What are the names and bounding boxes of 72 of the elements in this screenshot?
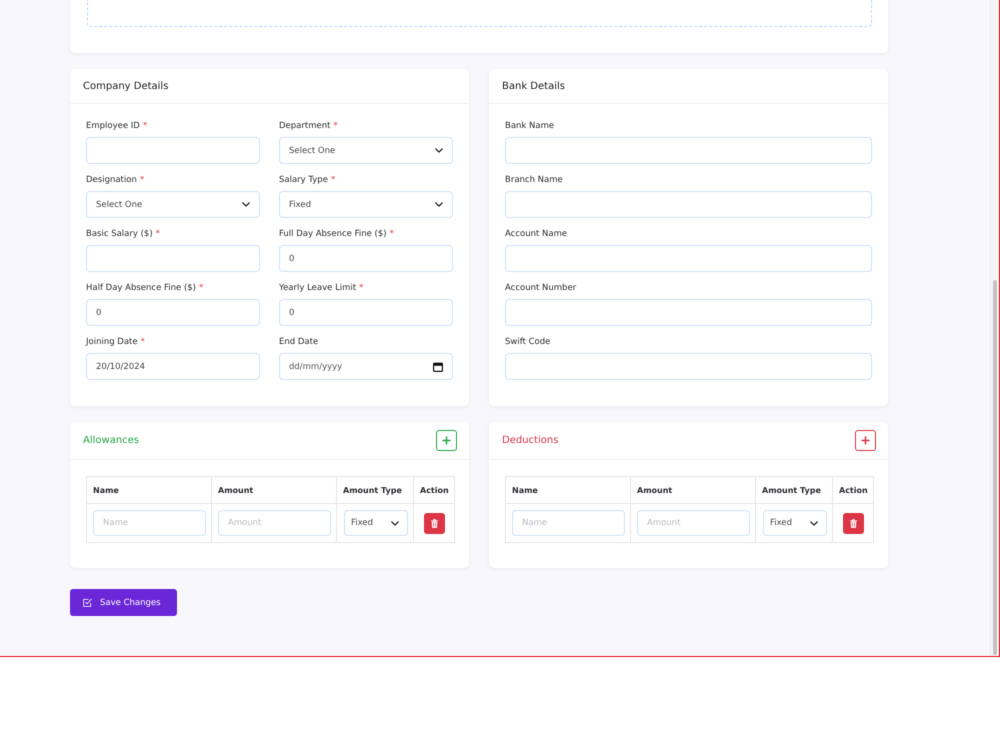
card-title: Allowances (83, 435, 140, 446)
field-label: End Date (279, 336, 318, 349)
field-label: Account Number (505, 282, 576, 295)
required-mark: * (156, 228, 160, 241)
add-button[interactable] (436, 430, 457, 451)
delete-button[interactable] (424, 512, 444, 534)
field-label: Bank Name (505, 120, 554, 133)
column-header: Name (86, 476, 212, 504)
input-field[interactable] (505, 137, 872, 164)
field-label: Full Day Absence Fine ($) (279, 228, 387, 241)
scrollbar-track[interactable] (990, 0, 999, 656)
required-mark: * (390, 228, 394, 241)
field-label: Designation (86, 174, 137, 187)
delete-button[interactable] (842, 512, 864, 534)
scrollbar-thumb[interactable] (993, 280, 997, 655)
field-label: Account Name (505, 228, 568, 241)
required-mark: * (359, 282, 364, 295)
input-field[interactable]: 0 (279, 299, 453, 326)
column-header: Action (832, 476, 874, 504)
chevron-down-icon (810, 520, 818, 526)
required-mark: * (140, 336, 145, 349)
select-field[interactable]: Fixed (279, 191, 453, 218)
field-label: Salary Type (279, 174, 328, 187)
chevron-down-icon (435, 148, 443, 153)
select-field[interactable]: Fixed (763, 510, 827, 536)
column-header: Amount Type (336, 476, 414, 504)
check-square-icon (83, 598, 92, 607)
column-header: Amount Type (756, 476, 832, 504)
card-title: Bank Details (502, 80, 565, 92)
input-field[interactable]: 20/10/2024 (86, 353, 260, 380)
date-field[interactable]: dd/mm/yyyy (279, 353, 453, 380)
field-label: Department (279, 120, 330, 133)
required-mark: * (199, 282, 204, 295)
field-label: Employee ID (86, 120, 140, 133)
column-header: Amount (630, 476, 756, 504)
chevron-down-icon (391, 520, 399, 526)
card-title: Deductions (502, 435, 558, 446)
trash-icon (850, 518, 856, 528)
plus-icon (861, 436, 870, 445)
required-mark: * (142, 120, 148, 133)
input-field[interactable] (505, 353, 872, 380)
save-button[interactable]: Save Changes (70, 589, 177, 616)
input-field[interactable] (86, 245, 260, 272)
select-field[interactable]: Select One (86, 191, 260, 218)
field-label: Joining Date (86, 336, 138, 349)
input-field[interactable] (86, 137, 260, 164)
required-mark: * (333, 120, 338, 133)
select-field[interactable]: Fixed (344, 510, 408, 536)
dashed-drop-area[interactable] (87, 0, 872, 27)
field-label: Branch Name (505, 174, 563, 187)
required-mark: * (330, 174, 336, 187)
field-label: Half Day Absence Fine ($) (86, 282, 196, 295)
card-title: Company Details (83, 80, 168, 92)
chevron-down-icon (435, 202, 443, 207)
field-label: Yearly Leave Limit (279, 282, 356, 295)
input-field[interactable]: 0 (86, 299, 260, 326)
select-field[interactable]: Select One (279, 137, 453, 164)
chevron-down-icon (242, 202, 250, 207)
input-field[interactable] (505, 245, 872, 272)
column-header: Action (414, 476, 454, 504)
trash-icon (430, 518, 438, 528)
field-label: Swift Code (505, 336, 550, 349)
column-header: Amount (212, 476, 336, 504)
input-field[interactable] (505, 299, 872, 326)
column-header: Name (506, 476, 630, 504)
calendar-icon[interactable] (433, 362, 443, 372)
field-label: Basic Salary ($) (86, 228, 153, 241)
add-button[interactable] (855, 430, 876, 451)
required-mark: * (140, 174, 144, 187)
plus-icon (442, 436, 451, 445)
input-field[interactable]: 0 (279, 245, 453, 272)
input-field[interactable] (505, 191, 872, 218)
